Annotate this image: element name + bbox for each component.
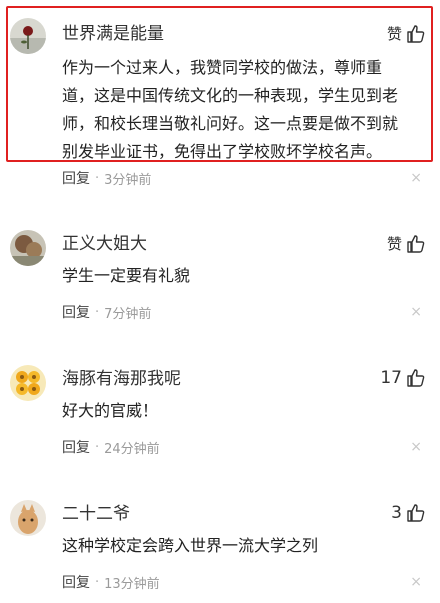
reply-button[interactable]: 回复: [62, 168, 90, 188]
thumbs-up-icon: [406, 24, 426, 44]
close-icon[interactable]: ×: [410, 439, 422, 455]
comment-meta: 回复 · 3分钟前: [62, 168, 152, 188]
like-label: 赞: [386, 25, 402, 43]
comment-author[interactable]: 世界满是能量: [62, 24, 164, 44]
comment-text: 学生一定要有礼貌: [62, 262, 422, 290]
like-button[interactable]: 赞: [387, 233, 426, 254]
comment-text: 好大的官威！: [62, 397, 422, 425]
separator-dot: ·: [95, 170, 100, 186]
comment-item: 海豚有海那我呢 17 好大的官威！ 回复 · 24分钟前 ×: [0, 335, 440, 470]
avatar[interactable]: [10, 230, 46, 266]
timestamp: 24分钟前: [104, 441, 160, 457]
comment-line: 学生一定要有礼貌: [62, 266, 191, 285]
like-button[interactable]: 17: [380, 368, 426, 388]
like-count: 17: [380, 368, 402, 388]
thumbs-up-icon: [406, 503, 426, 523]
thumbs-up-icon: [406, 234, 426, 254]
timestamp: 13分钟前: [104, 576, 160, 592]
close-icon[interactable]: ×: [410, 574, 422, 590]
comment-line: 好大的官威！: [62, 401, 159, 420]
comment-author[interactable]: 正义大姐大: [62, 234, 147, 254]
comment-author[interactable]: 海豚有海那我呢: [62, 369, 181, 389]
like-button[interactable]: 赞: [387, 23, 426, 44]
close-icon[interactable]: ×: [410, 170, 422, 186]
separator-dot: ·: [95, 439, 100, 455]
comment-line: 这种学校定会跨入世界一流大学之列: [62, 536, 319, 555]
comment-line: 道，这是中国传统文化的一种表现，学生见到老: [62, 86, 399, 105]
reply-button[interactable]: 回复: [62, 437, 90, 457]
comment-line: 作为一个过来人，我赞同学校的做法，尊师重: [62, 58, 383, 77]
comment-item: 正义大姐大 赞 学生一定要有礼貌 回复 · 7分钟前 ×: [0, 200, 440, 335]
comment-author[interactable]: 二十二爷: [62, 504, 130, 524]
timestamp: 7分钟前: [104, 306, 152, 322]
timestamp: 3分钟前: [104, 172, 152, 188]
like-label: 赞: [386, 235, 402, 253]
comment-meta: 回复 · 13分钟前: [62, 572, 160, 592]
separator-dot: ·: [95, 574, 100, 590]
avatar[interactable]: [10, 18, 46, 54]
comment-text: 作为一个过来人，我赞同学校的做法，尊师重 道，这是中国传统文化的一种表现，学生见…: [62, 54, 422, 166]
reply-button[interactable]: 回复: [62, 302, 90, 322]
comment-line: 别发毕业证书，免得出了学校败坏学校名声。: [62, 142, 383, 161]
like-button[interactable]: 3: [391, 503, 426, 523]
thumbs-up-icon: [406, 368, 426, 388]
comment-meta: 回复 · 7分钟前: [62, 302, 152, 322]
avatar[interactable]: [10, 365, 46, 401]
close-icon[interactable]: ×: [410, 304, 422, 320]
comment-meta: 回复 · 24分钟前: [62, 437, 160, 457]
separator-dot: ·: [95, 304, 100, 320]
reply-button[interactable]: 回复: [62, 572, 90, 592]
comment-item: 世界满是能量 赞 作为一个过来人，我赞同学校的做法，尊师重 道，这是中国传统文化…: [0, 0, 440, 200]
avatar[interactable]: [10, 500, 46, 536]
comment-item: 二十二爷 3 这种学校定会跨入世界一流大学之列 回复 · 13分钟前 ×: [0, 470, 440, 603]
like-count: 3: [391, 503, 402, 523]
comment-text: 这种学校定会跨入世界一流大学之列: [62, 532, 422, 560]
comment-line: 师，和校长理当敬礼问好。这一点要是做不到就: [62, 114, 399, 133]
